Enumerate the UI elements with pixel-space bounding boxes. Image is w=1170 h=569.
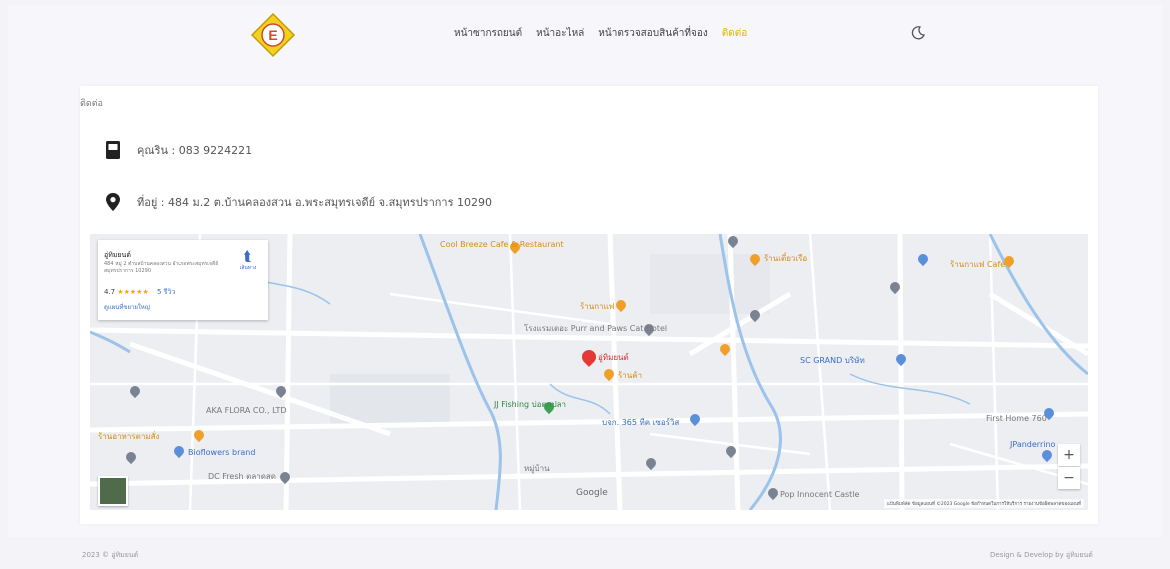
zoom-in-button[interactable]: +	[1058, 444, 1080, 466]
directions-label: เส้นทาง	[239, 265, 257, 271]
phone-row: คุณริน : 083 9224221	[105, 140, 252, 160]
map-label: Cool Breeze Cafe & Restaurant	[440, 240, 564, 249]
map-label: ร้านค้า	[618, 371, 643, 380]
map-label: AKA FLORA CO., LTD	[206, 406, 287, 415]
phone-icon	[105, 140, 121, 160]
directions-icon: ⮬	[243, 249, 253, 265]
card-title: ติดต่อ	[80, 99, 103, 109]
map-label: ร้านอาหารตามสั่ง	[98, 432, 160, 441]
map-label: โรงแรมเดอะ Purr and Paws Cat Hotel	[524, 324, 668, 333]
place-info-card: อู่ทิมยนต์ 484 หมู่ 2 ตำบลบ้านคลองสวน อำ…	[98, 240, 268, 320]
address-text: ที่อยู่ : 484 ม.2 ต.บ้านคลองสวน อ.พระสมุ…	[137, 196, 492, 209]
map-label: Pop Innocent Castle	[780, 490, 860, 499]
map-label: JPanderrino	[1010, 440, 1056, 449]
address-row: ที่อยู่ : 484 ม.2 ต.บ้านคลองสวน อ.พระสมุ…	[105, 192, 492, 212]
place-name: อู่ทิมยนต์	[104, 251, 131, 259]
moon-icon[interactable]	[910, 25, 926, 41]
phone-text: คุณริน : 083 9224221	[137, 144, 253, 157]
menu-item-bookings[interactable]: หน้าตรวจสอบสินค้าที่จอง	[598, 26, 707, 41]
menu-item-contact[interactable]: ติดต่อ	[722, 26, 748, 41]
top-nav: E หน้าซากรถยนต์ หน้าอะไหล่ หน้าตรวจสอบสิ…	[0, 0, 1170, 80]
footer-credit: Design & Develop by อู่ทิมยนต์	[990, 551, 1093, 559]
rating-value: 4.7	[104, 288, 116, 296]
map-label: DC Fresh ตลาดสด	[208, 472, 276, 481]
place-rating: 4.7 ★★★★★ 5 รีวิว	[104, 287, 175, 298]
location-pin-icon	[105, 192, 121, 212]
map-label: JJ Fishing บ่อตกปลา	[494, 400, 567, 409]
menu-item-parts[interactable]: หน้าอะไหล่	[536, 26, 584, 41]
map-label: Bioflowers brand	[188, 448, 256, 457]
map-label: SC GRAND บริษัท	[800, 356, 865, 365]
directions-button[interactable]: ⮬ เส้นทาง	[236, 250, 260, 272]
main-menu: หน้าซากรถยนต์ หน้าอะไหล่ หน้าตรวจสอบสินค…	[454, 26, 747, 41]
satellite-layer-toggle[interactable]	[98, 476, 128, 506]
rating-stars-icon: ★★★★★	[117, 288, 149, 296]
map-attribution[interactable]: แป้นพิมพ์ลัด ข้อมูลแผนที่ ©2023 Google ข…	[884, 499, 1084, 508]
map-label: อู่ทิมยนต์	[598, 353, 629, 362]
zoom-out-button[interactable]: −	[1058, 467, 1080, 489]
google-map[interactable]: Cool Breeze Cafe & Restaurant ร้านเตี๋ยว…	[90, 234, 1088, 510]
map-label: หมู่บ้าน	[524, 464, 550, 473]
map-label: ร้านกาแฟ Cafe	[950, 260, 1006, 269]
google-logo: Google	[576, 488, 608, 498]
larger-map-link[interactable]: ดูแผนที่ขยายใหญ่	[104, 302, 150, 312]
shop-logo[interactable]: E	[250, 12, 296, 58]
footer-copyright: 2023 © อู่ทิมยนต์	[82, 551, 139, 559]
reviews-link[interactable]: 5 รีวิว	[157, 288, 175, 296]
map-label: ร้านเตี๋ยวเรือ	[764, 254, 808, 263]
map-label: First Home 760	[986, 414, 1047, 423]
map-label: บจก. 365 ทีค เซอร์วิส	[602, 418, 680, 427]
contact-card: ติดต่อ คุณริน : 083 9224221 ที่อยู่ : 48…	[80, 86, 1098, 524]
place-address: 484 หมู่ 2 ตำบลบ้านคลองสวน อำเภอพระสมุทร…	[104, 261, 219, 274]
menu-item-vehicles[interactable]: หน้าซากรถยนต์	[454, 26, 522, 41]
map-label: ร้านกาแฟ	[580, 302, 615, 311]
svg-text:E: E	[268, 27, 277, 43]
